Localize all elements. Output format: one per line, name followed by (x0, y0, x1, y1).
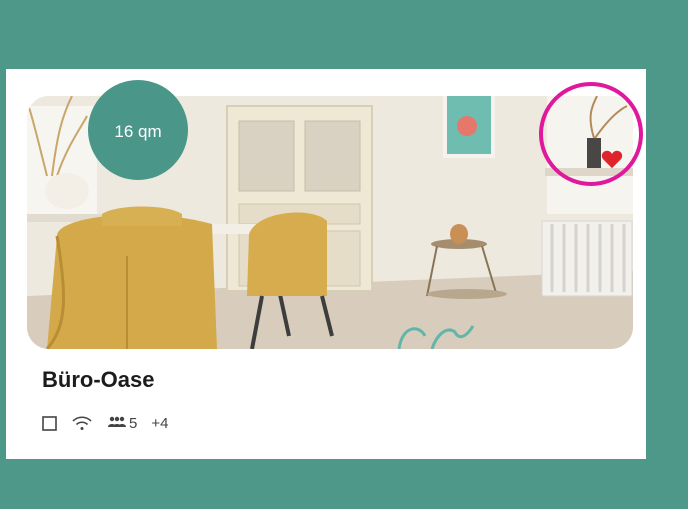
capacity-count: 5 (129, 414, 138, 432)
heart-icon (601, 150, 623, 169)
people-icon (107, 415, 127, 431)
capacity-info: 5 (107, 415, 137, 432)
size-badge-label: 16 qm (114, 122, 162, 141)
listing-title[interactable]: Büro-Oase (42, 367, 154, 393)
more-amenities: +4 (151, 414, 169, 432)
size-badge: 16 qm (88, 80, 188, 180)
listing-card[interactable]: 16 qm Büro-Oase 5 +4 (6, 69, 646, 459)
amenities-row: 5 +4 (42, 412, 168, 434)
favorite-button[interactable] (597, 145, 627, 173)
wifi-icon (71, 415, 93, 431)
desk-icon (42, 415, 57, 431)
